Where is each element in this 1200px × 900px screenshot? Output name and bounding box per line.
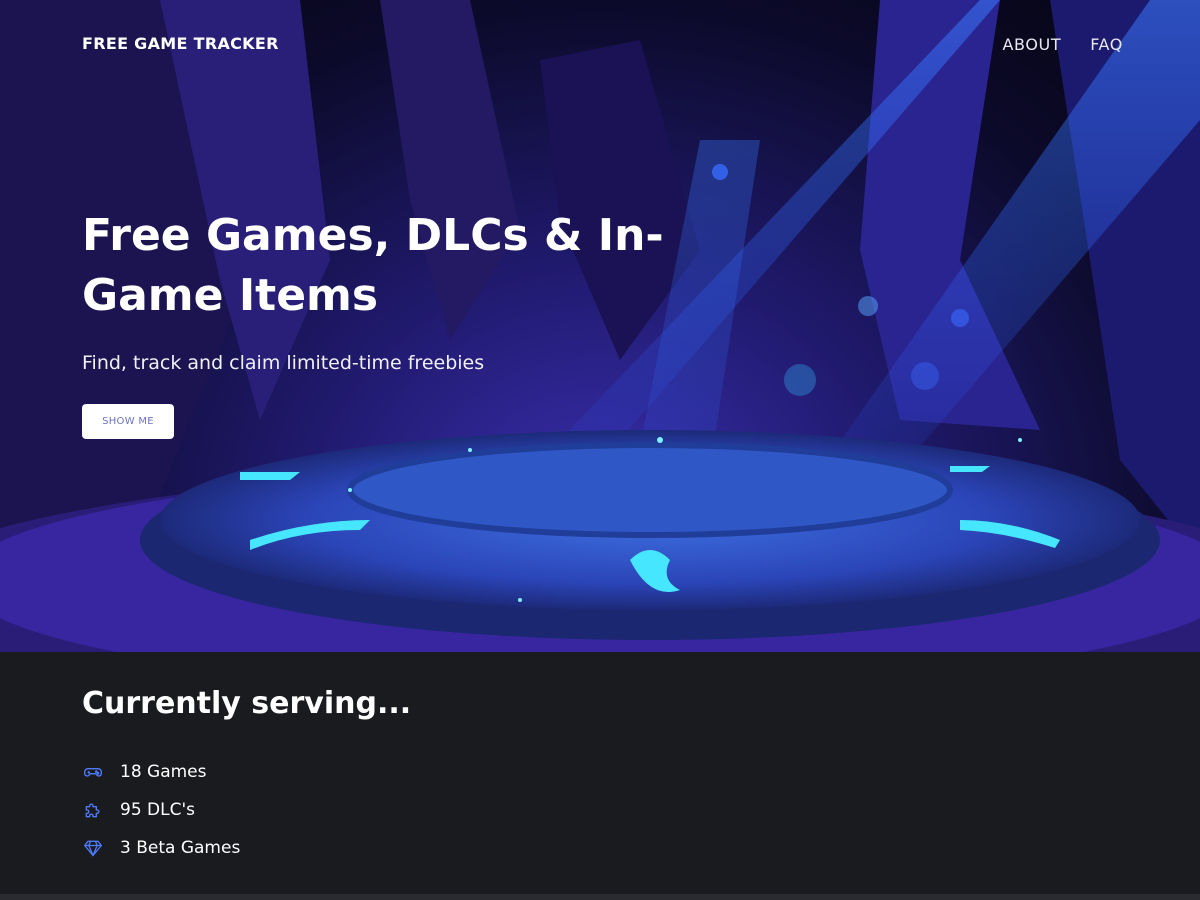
stats-title: Currently serving...: [82, 686, 412, 721]
footer-strip: [0, 894, 1200, 900]
list-item: 95 DLC's: [82, 791, 240, 829]
brand-logo-link[interactable]: FREE GAME TRACKER: [82, 34, 279, 53]
stat-dlcs-label: 95 DLC's: [120, 800, 195, 820]
list-item: 3 Beta Games: [82, 829, 240, 867]
list-item: 18 Games: [82, 753, 240, 791]
gamepad-icon: [82, 761, 104, 783]
cave-illustration: [0, 0, 1200, 652]
nav-about-link[interactable]: ABOUT: [1002, 35, 1061, 54]
puzzle-icon: [82, 799, 104, 821]
hero-title: Free Games, DLCs & In-Game Items: [82, 210, 664, 321]
show-me-button[interactable]: SHOW ME: [82, 404, 174, 439]
hero-section: FREE GAME TRACKER ABOUT FAQ Free Games, …: [0, 0, 1200, 652]
stat-games-label: 18 Games: [120, 762, 207, 782]
nav-faq-link[interactable]: FAQ: [1090, 35, 1123, 54]
stat-beta-label: 3 Beta Games: [120, 838, 241, 858]
diamond-icon: [82, 837, 104, 859]
stats-list: 18 Games 95 DLC's 3 Beta Games: [82, 753, 240, 867]
stats-section: Currently serving... 18 Games 95 DLC's 3…: [0, 652, 1200, 894]
hero-subtitle: Find, track and claim limited-time freeb…: [82, 352, 485, 374]
top-nav: ABOUT FAQ: [1002, 35, 1123, 54]
